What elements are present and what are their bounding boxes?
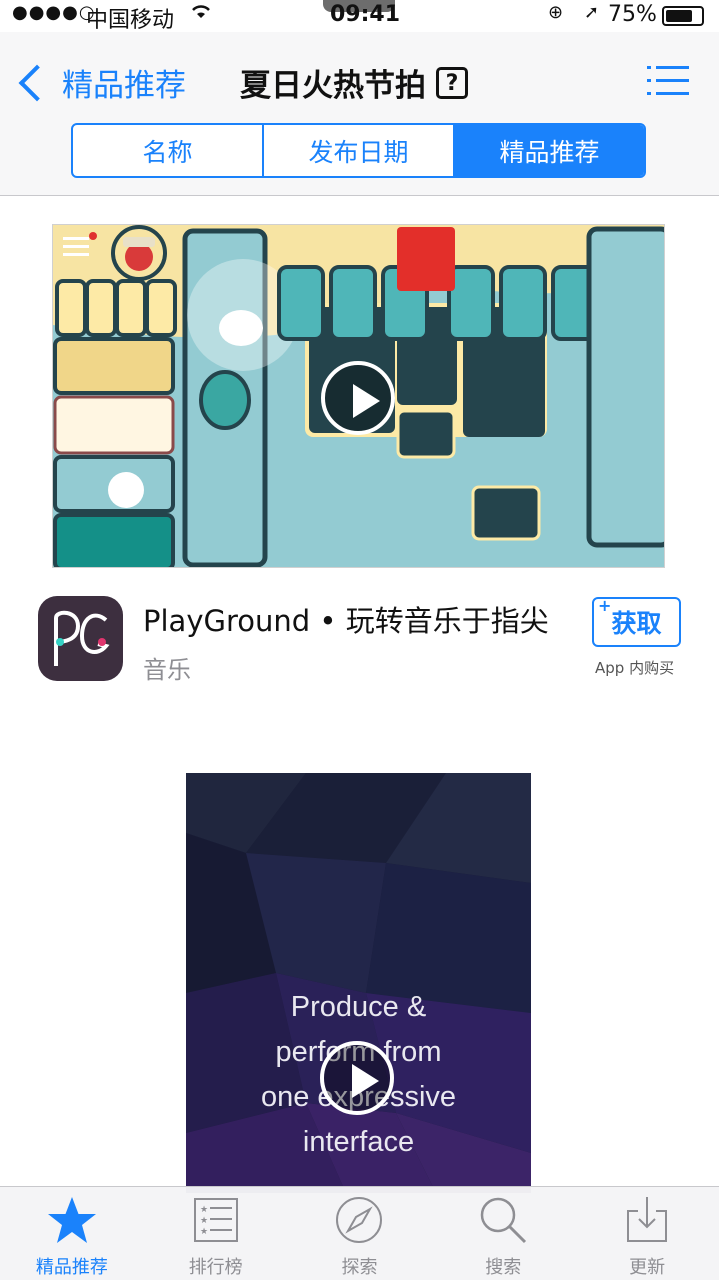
tab-featured[interactable]: 精品推荐 bbox=[0, 1187, 144, 1280]
tab-label-search: 搜索 bbox=[485, 1257, 522, 1278]
caption-line-1: Produce & bbox=[290, 991, 427, 1023]
app-name[interactable]: PlayGround • 玩转音乐于指尖 bbox=[143, 598, 549, 640]
search-icon bbox=[481, 1197, 527, 1244]
signal-icon: ●●●●○ bbox=[12, 2, 96, 23]
battery-icon bbox=[662, 6, 704, 26]
app-category: 音乐 bbox=[143, 656, 191, 684]
svg-text:★: ★ bbox=[200, 1216, 208, 1226]
battery-percent: 75% bbox=[608, 2, 657, 27]
tab-label-updates: 更新 bbox=[629, 1257, 666, 1278]
ranking-list-icon: ★ ★ ★ bbox=[193, 1198, 238, 1242]
download-tray-icon bbox=[627, 1197, 668, 1242]
segment-featured[interactable]: 精品推荐 bbox=[455, 125, 644, 176]
rotation-lock-icon: ⊕ bbox=[548, 2, 564, 23]
help-icon[interactable]: ? bbox=[436, 66, 468, 99]
navigation-bar: 精品推荐 夏日火热节拍 ? 名称 发布日期 精品推荐 bbox=[0, 32, 719, 196]
in-app-purchase-note: App 内购买 bbox=[595, 659, 675, 677]
list-icon[interactable] bbox=[647, 66, 689, 96]
tab-label-featured: 精品推荐 bbox=[35, 1257, 108, 1278]
back-label: 精品推荐 bbox=[62, 68, 186, 104]
tab-ranking[interactable]: ★ ★ ★ 排行榜 bbox=[144, 1187, 288, 1280]
location-icon: ➚ bbox=[584, 2, 600, 23]
page-title-text: 夏日火热节拍 bbox=[240, 68, 426, 104]
get-button[interactable]: + 获取 bbox=[592, 596, 681, 647]
playground-logo bbox=[54, 610, 110, 666]
svg-text:★: ★ bbox=[200, 1205, 208, 1215]
segment-name[interactable]: 名称 bbox=[73, 125, 264, 176]
chevron-left-icon bbox=[18, 64, 56, 101]
play-video-button-2[interactable] bbox=[320, 1041, 394, 1115]
plus-icon: + bbox=[598, 596, 612, 615]
tab-label-explore: 探索 bbox=[341, 1257, 378, 1278]
status-bar: ●●●●○ 中国移动 09:41 ⊕ ➚ 75% bbox=[0, 0, 719, 33]
app-icon[interactable] bbox=[38, 596, 123, 681]
tab-search[interactable]: 搜索 bbox=[431, 1187, 575, 1280]
tab-bar: 精品推荐 ★ ★ ★ 排行榜 探索 搜索 更新 bbox=[0, 1186, 719, 1280]
play-video-button[interactable] bbox=[321, 361, 395, 435]
app-preview-video[interactable] bbox=[52, 224, 665, 568]
caption-line-4: interface bbox=[302, 1126, 415, 1158]
get-label: 获取 bbox=[611, 609, 662, 638]
compass-icon bbox=[336, 1197, 383, 1243]
star-icon bbox=[47, 1197, 96, 1243]
carrier-label: 中国移动 bbox=[86, 8, 175, 33]
app-preview-video-2[interactable]: Produce & perform from one expressive in… bbox=[186, 773, 531, 1193]
segment-release-date[interactable]: 发布日期 bbox=[264, 125, 455, 176]
tab-label-ranking: 排行榜 bbox=[188, 1257, 243, 1278]
page-title: 夏日火热节拍 ? bbox=[240, 60, 468, 105]
tab-updates[interactable]: 更新 bbox=[575, 1187, 719, 1280]
tab-explore[interactable]: 探索 bbox=[288, 1187, 432, 1280]
wifi-icon bbox=[190, 2, 212, 25]
status-time: 09:41 bbox=[330, 2, 401, 27]
back-button[interactable]: 精品推荐 bbox=[14, 60, 186, 105]
svg-text:★: ★ bbox=[200, 1227, 208, 1237]
sort-segmented-control: 名称 发布日期 精品推荐 bbox=[71, 123, 646, 178]
